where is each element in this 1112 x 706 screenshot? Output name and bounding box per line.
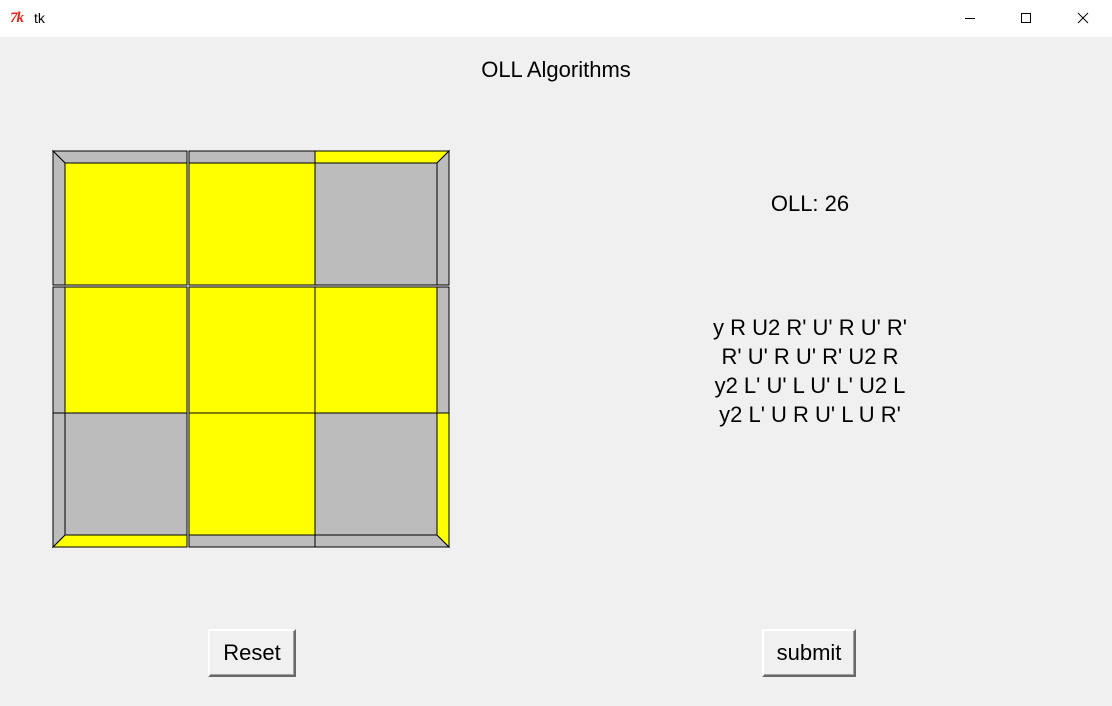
- side-sticker-right[interactable]: [436, 412, 450, 549]
- algorithm-line: R' U' R U' R' U2 R: [721, 344, 899, 369]
- top-face-sticker[interactable]: [314, 162, 438, 286]
- algorithm-line: y2 L' U' L U' L' U2 L: [714, 373, 906, 398]
- side-sticker-bottom[interactable]: [52, 534, 188, 548]
- maximize-button[interactable]: [1003, 0, 1049, 37]
- algorithm-line: y R U2 R' U' R U' R': [712, 315, 908, 340]
- maximize-icon: [1021, 13, 1031, 23]
- cube-canvas[interactable]: [52, 150, 452, 550]
- algorithm-line: y2 L' U R U' L U R': [719, 402, 901, 427]
- side-sticker-left[interactable]: [52, 150, 66, 286]
- top-face-sticker[interactable]: [188, 412, 324, 536]
- algorithm-list: y R U2 R' U' R U' R' R' U' R U' R' U2 R …: [640, 313, 980, 429]
- side-sticker-bottom[interactable]: [188, 534, 324, 548]
- top-face-sticker[interactable]: [314, 412, 438, 536]
- oll-prefix: OLL:: [770, 191, 819, 216]
- side-sticker-top[interactable]: [188, 150, 324, 164]
- side-sticker-right[interactable]: [436, 286, 450, 422]
- top-face-sticker[interactable]: [64, 412, 188, 536]
- oll-number: 26: [824, 191, 850, 216]
- tk-feather-icon: 7k: [10, 10, 24, 26]
- page-title: OLL Algorithms: [481, 57, 631, 82]
- side-sticker-bottom[interactable]: [314, 534, 451, 548]
- top-face-sticker[interactable]: [64, 286, 188, 422]
- close-icon: [1077, 12, 1089, 24]
- title-bar: 7k tk: [0, 0, 1112, 37]
- minimize-icon: [965, 18, 975, 19]
- oll-case-label: OLL: 26: [710, 190, 910, 218]
- top-face-sticker[interactable]: [314, 286, 438, 422]
- close-button[interactable]: [1060, 0, 1106, 37]
- side-sticker-top[interactable]: [314, 150, 451, 164]
- submit-button[interactable]: submit: [762, 629, 856, 677]
- top-face-sticker[interactable]: [188, 286, 324, 422]
- top-face-sticker[interactable]: [188, 162, 324, 286]
- reset-button[interactable]: Reset: [208, 629, 296, 677]
- window-title: tk: [34, 10, 45, 26]
- side-sticker-top[interactable]: [52, 150, 188, 164]
- side-sticker-left[interactable]: [52, 412, 66, 549]
- minimize-button[interactable]: [947, 0, 993, 37]
- top-face-sticker[interactable]: [64, 162, 188, 286]
- side-sticker-left[interactable]: [52, 286, 66, 422]
- side-sticker-right[interactable]: [436, 150, 450, 286]
